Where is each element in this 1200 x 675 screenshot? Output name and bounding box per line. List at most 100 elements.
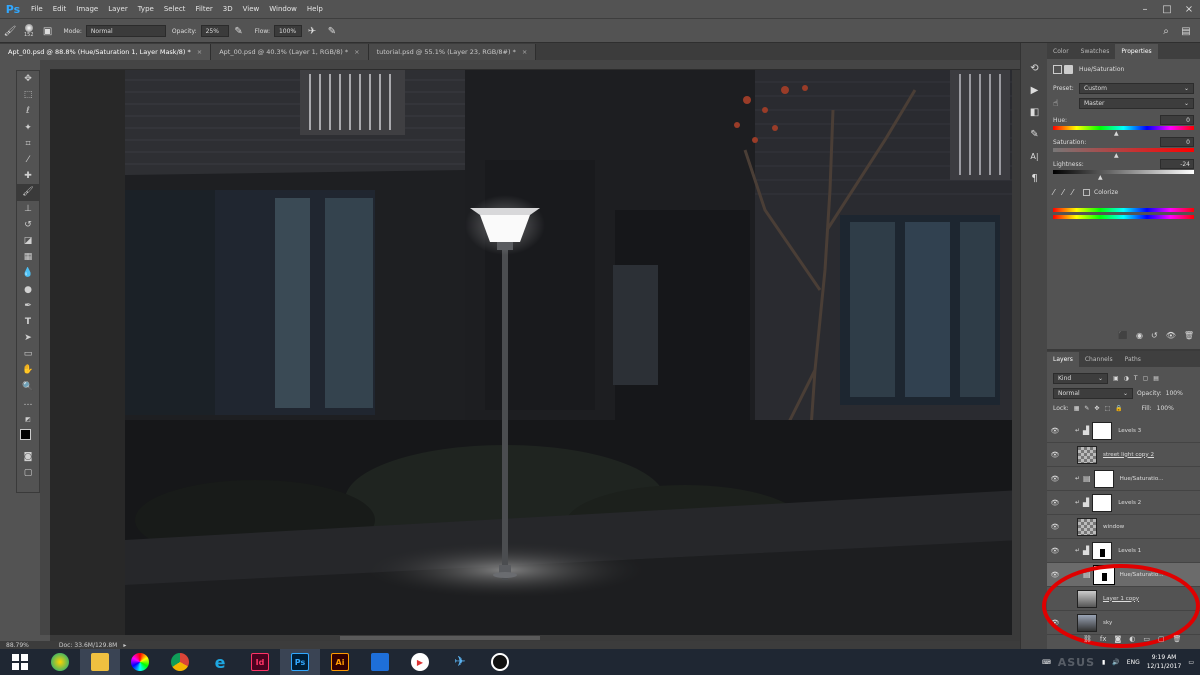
filter-pixel-icon[interactable]: ▣ bbox=[1113, 375, 1119, 382]
zoom-level[interactable]: 88.79% bbox=[6, 642, 29, 649]
taskbar-illustrator[interactable]: Ai bbox=[320, 649, 360, 675]
maximize-icon[interactable]: □ bbox=[1156, 0, 1178, 19]
layer-row-window[interactable]: 👁 window bbox=[1047, 515, 1200, 539]
keyboard-icon[interactable]: ⌨ bbox=[1042, 659, 1051, 666]
new-group-icon[interactable]: ▭ bbox=[1143, 635, 1150, 643]
taskbar-app-pinwheel[interactable] bbox=[40, 649, 80, 675]
eye-icon[interactable]: 👁 bbox=[1047, 475, 1063, 483]
layer-thumb[interactable] bbox=[1077, 517, 1097, 536]
mask-icon[interactable] bbox=[1064, 64, 1073, 74]
history-icon[interactable]: ⟲ bbox=[1021, 57, 1048, 79]
lock-artboard-icon[interactable]: ⬚ bbox=[1104, 405, 1110, 412]
pen-tool-icon[interactable]: ✒ bbox=[17, 298, 39, 314]
tab-color[interactable]: Color bbox=[1047, 44, 1075, 59]
delete-layer-icon[interactable]: 🗑 bbox=[1173, 635, 1182, 643]
tab-properties[interactable]: Properties bbox=[1115, 44, 1158, 59]
view-previous-icon[interactable]: ◉ bbox=[1136, 331, 1143, 340]
pressure-opacity-icon[interactable]: ✎ bbox=[231, 23, 247, 39]
lock-all-icon[interactable]: 🔒 bbox=[1115, 405, 1122, 412]
layer-mask-thumb[interactable] bbox=[1092, 541, 1113, 560]
layer-thumb[interactable] bbox=[1077, 613, 1097, 632]
lightness-thumb[interactable]: ▲ bbox=[1098, 174, 1103, 181]
layer-mask-thumb[interactable] bbox=[1092, 421, 1113, 440]
document-canvas[interactable] bbox=[125, 70, 1021, 635]
visibility-icon[interactable]: 👁 bbox=[1166, 331, 1176, 340]
eyedropper-icon[interactable]: ⁄ bbox=[1053, 188, 1054, 197]
layer-thumb[interactable] bbox=[1077, 589, 1097, 608]
reset-icon[interactable]: ↺ bbox=[1151, 331, 1158, 340]
layer-thumb[interactable] bbox=[1077, 445, 1097, 464]
brush-settings-icon[interactable]: ✎ bbox=[1021, 123, 1048, 145]
screen-mode-icon[interactable]: ▢ bbox=[17, 465, 39, 481]
layer-row-layer-1-copy[interactable]: Layer 1 copy bbox=[1047, 587, 1200, 611]
volume-icon[interactable]: 🔊 bbox=[1112, 659, 1119, 666]
delete-icon[interactable]: 🗑 bbox=[1184, 331, 1194, 340]
search-icon[interactable]: ⌕ bbox=[1158, 23, 1174, 39]
menu-file[interactable]: File bbox=[26, 5, 48, 13]
menu-filter[interactable]: Filter bbox=[190, 5, 217, 13]
lock-paint-icon[interactable]: ✎ bbox=[1084, 405, 1089, 412]
healing-brush-icon[interactable]: ✚ bbox=[17, 168, 39, 184]
status-arrow-icon[interactable]: ▸ bbox=[123, 642, 126, 649]
filter-adjustment-icon[interactable]: ◑ bbox=[1124, 375, 1129, 382]
lock-move-icon[interactable]: ✥ bbox=[1094, 405, 1099, 412]
more-tools-icon[interactable]: … bbox=[17, 395, 39, 411]
minimize-icon[interactable]: – bbox=[1134, 0, 1156, 19]
pressure-size-icon[interactable]: ✎ bbox=[324, 23, 340, 39]
close-tab-icon[interactable]: × bbox=[197, 48, 202, 56]
tab-apt-hue[interactable]: Apt_00.psd @ 88.8% (Hue/Saturation 1, La… bbox=[0, 44, 212, 60]
eyedropper-icon[interactable]: ⁄ bbox=[17, 152, 39, 168]
taskbar-app-colorwheel[interactable] bbox=[120, 649, 160, 675]
kind-filter-select[interactable]: Kind ⌄ bbox=[1053, 372, 1108, 384]
eye-icon[interactable]: 👁 bbox=[1047, 499, 1063, 507]
marquee-tool-icon[interactable]: ⬚ bbox=[17, 87, 39, 103]
clone-stamp-icon[interactable]: ⊥ bbox=[17, 201, 39, 217]
brush-tool-icon[interactable]: 🖌 bbox=[17, 184, 39, 201]
menu-layer[interactable]: Layer bbox=[103, 5, 133, 13]
clock[interactable]: 9:19 AM 12/11/2017 bbox=[1147, 653, 1182, 671]
lock-pixels-icon[interactable]: ▦ bbox=[1074, 405, 1080, 412]
language-indicator[interactable]: ENG bbox=[1127, 659, 1140, 666]
lightness-input[interactable]: -24 bbox=[1160, 159, 1194, 169]
colorize-checkbox[interactable] bbox=[1083, 188, 1091, 196]
move-tool-icon[interactable]: ✥ bbox=[17, 71, 39, 87]
gradient-tool-icon[interactable]: ▦ bbox=[17, 249, 39, 265]
layer-mask-thumb[interactable] bbox=[1092, 564, 1115, 585]
menu-edit[interactable]: Edit bbox=[48, 5, 72, 13]
menu-select[interactable]: Select bbox=[159, 5, 191, 13]
eye-icon[interactable]: 👁 bbox=[1047, 427, 1063, 435]
tab-tutorial[interactable]: tutorial.psd @ 55.1% (Layer 23, RGB/8#) … bbox=[368, 44, 537, 60]
start-button[interactable] bbox=[0, 649, 40, 675]
filter-smart-icon[interactable]: ▤ bbox=[1153, 375, 1159, 382]
link-layers-icon[interactable]: ⛓ bbox=[1083, 635, 1092, 643]
hue-thumb[interactable]: ▲ bbox=[1114, 130, 1119, 137]
tab-layers[interactable]: Layers bbox=[1047, 352, 1079, 367]
targeted-adjust-icon[interactable]: ☝ bbox=[1053, 99, 1079, 109]
eyedropper-minus-icon[interactable]: ⁄ bbox=[1072, 188, 1073, 197]
taskbar-app-media[interactable]: ▶ bbox=[400, 649, 440, 675]
menu-type[interactable]: Type bbox=[133, 5, 159, 13]
hand-tool-icon[interactable]: ✋ bbox=[17, 362, 39, 378]
actions-icon[interactable]: ▶ bbox=[1021, 79, 1048, 101]
blend-mode-select[interactable]: Normal ⌄ bbox=[1053, 388, 1133, 399]
adjustment-icon[interactable] bbox=[1053, 64, 1062, 74]
foreground-color[interactable] bbox=[20, 429, 31, 441]
vertical-scrollbar[interactable] bbox=[1012, 70, 1020, 635]
preset-select[interactable]: Custom ⌄ bbox=[1079, 83, 1194, 94]
color-swatches[interactable] bbox=[17, 427, 39, 449]
eye-icon[interactable]: 👁 bbox=[1047, 451, 1063, 459]
airbrush-icon[interactable]: ✈ bbox=[304, 23, 320, 39]
fx-icon[interactable]: fx bbox=[1100, 635, 1107, 643]
crop-tool-icon[interactable]: ⌗ bbox=[17, 136, 39, 152]
layer-mask-thumb[interactable] bbox=[1092, 493, 1113, 512]
menu-image[interactable]: Image bbox=[71, 5, 103, 13]
close-icon[interactable]: × bbox=[1178, 0, 1200, 19]
workspace-icon[interactable]: ▤ bbox=[1178, 23, 1194, 39]
magic-wand-icon[interactable]: ✦ bbox=[17, 120, 39, 136]
saturation-input[interactable]: 0 bbox=[1160, 137, 1194, 147]
menu-help[interactable]: Help bbox=[302, 5, 328, 13]
layer-row-levels-3[interactable]: 👁 ↵ ▟ Levels 3 bbox=[1047, 419, 1200, 443]
eye-icon[interactable]: 👁 bbox=[1047, 619, 1063, 627]
taskbar-photoshop[interactable]: Ps bbox=[280, 649, 320, 675]
close-tab-icon[interactable]: × bbox=[354, 48, 359, 56]
